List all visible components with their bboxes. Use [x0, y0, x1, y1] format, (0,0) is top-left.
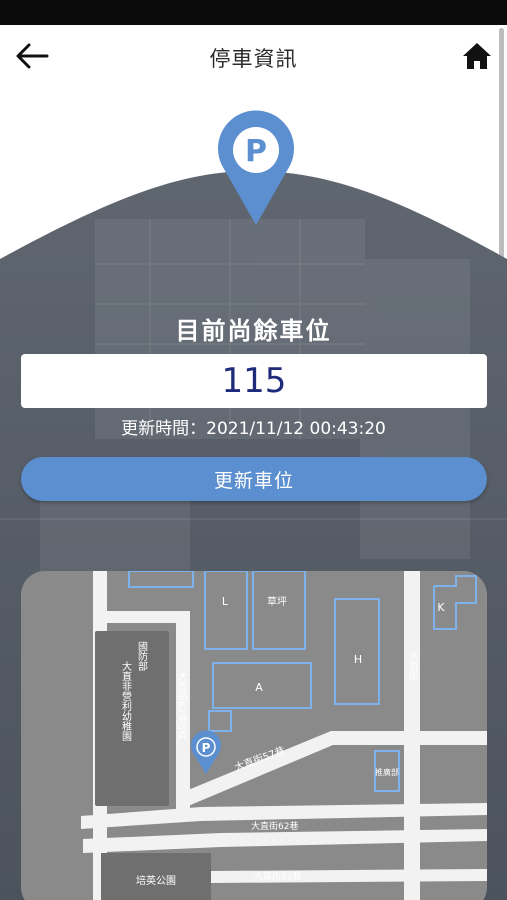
building-H: H: [354, 653, 362, 666]
home-icon: [463, 43, 491, 69]
campus-map[interactable]: L 草坪 H A K 推廣部 國防部 大直非營利幼稚園 培英公園 大直路62巷5…: [21, 571, 487, 900]
building-K: K: [437, 601, 445, 614]
remaining-count: 115: [221, 361, 287, 401]
building-nursery: 大直非營利幼稚園: [120, 660, 132, 742]
update-time: 更新時間：2021/11/12 00:43:20: [121, 419, 386, 439]
app-header: 停車資訊: [0, 25, 507, 89]
building-park: 培英公園: [136, 874, 176, 887]
parking-info-section: P 目前尚餘車位 115 更新時間：2021/11/12 00:43:20 更新…: [0, 89, 507, 900]
map-drawing: L 草坪 H A K 推廣部 國防部 大直非營利幼稚園 培英公園 大直路62巷5…: [21, 571, 487, 900]
remaining-label: 目前尚餘車位: [175, 317, 332, 345]
refresh-button[interactable]: 更新車位: [21, 457, 487, 501]
street-alley62: 大直街62巷: [251, 820, 298, 832]
map-pin-letter: P: [202, 741, 211, 755]
building-L: L: [222, 595, 229, 608]
building-defense: 國防部: [136, 641, 148, 672]
page-title: 停車資訊: [209, 47, 298, 71]
status-bar: [0, 0, 507, 25]
street-alley52: 大直街52巷: [254, 870, 301, 882]
remaining-count-box: 115: [21, 354, 487, 408]
street-lane: 大直路62巷5弄: [176, 670, 188, 741]
parking-pin-icon: P: [218, 110, 294, 225]
building-promo: 推廣部: [375, 767, 399, 777]
street-zhijie: 大直街: [407, 650, 419, 682]
building-A: A: [255, 681, 263, 694]
home-button[interactable]: [457, 39, 497, 73]
building-grass: 草坪: [267, 595, 287, 608]
pin-letter: P: [245, 134, 267, 169]
